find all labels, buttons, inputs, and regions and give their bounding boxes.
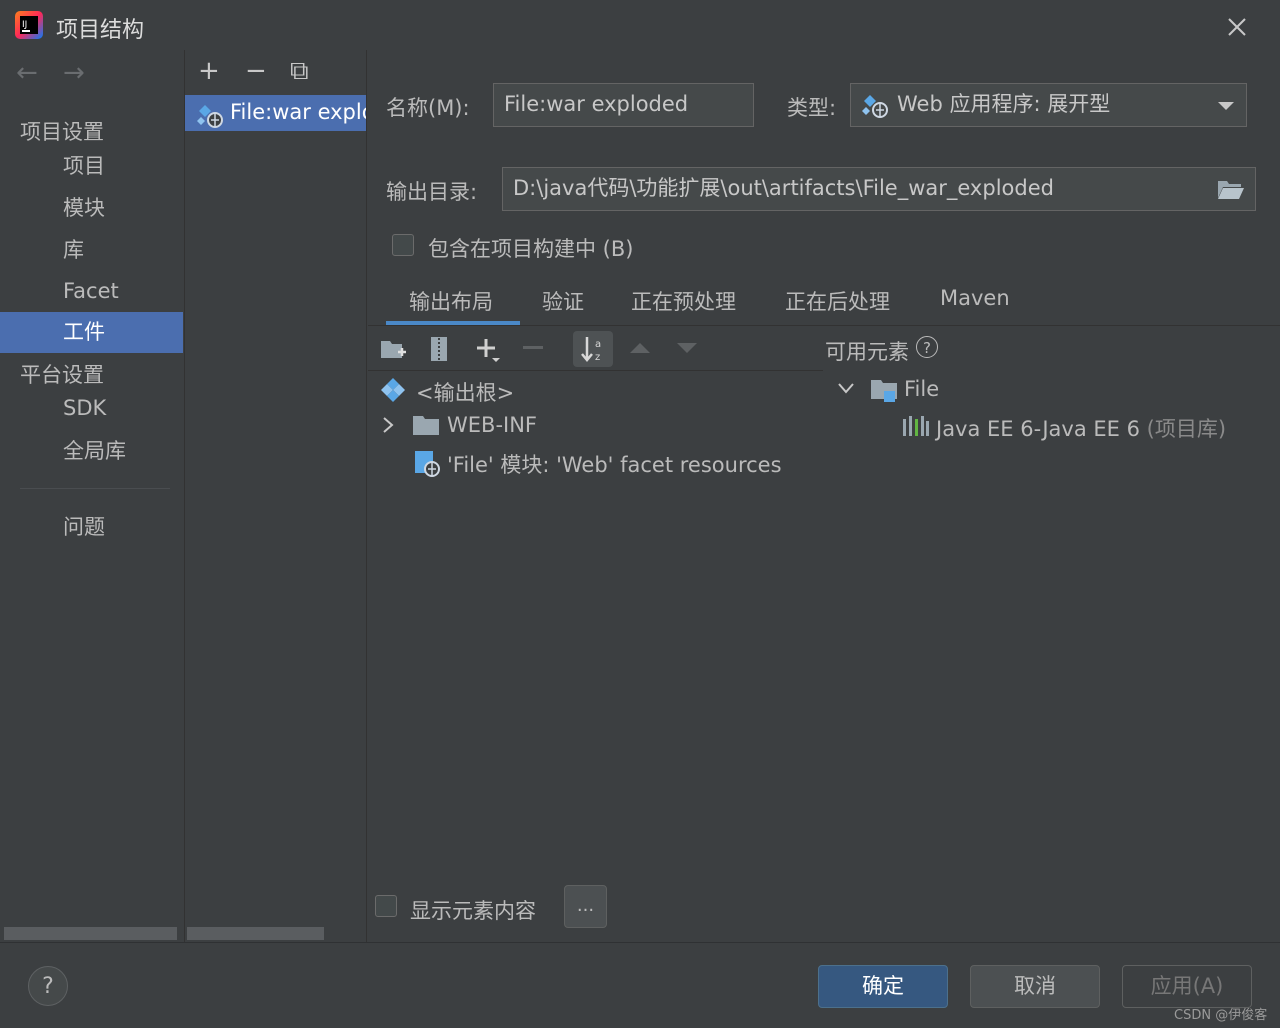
add-artifact-icon[interactable]: + <box>198 56 220 86</box>
platform-settings-header: 平台设置 <box>20 363 104 387</box>
forward-arrow-icon[interactable]: → <box>63 58 85 88</box>
window-title: 项目结构 <box>56 18 145 43</box>
sidebar-item-facets[interactable]: Facet <box>0 271 183 312</box>
svg-text:IJ: IJ <box>22 20 27 30</box>
show-content-label: 显示元素内容 <box>410 899 536 923</box>
available-file-node[interactable]: File <box>904 377 939 401</box>
include-in-build-checkbox[interactable] <box>392 234 414 256</box>
artifact-name: File:war exploded <box>230 100 366 124</box>
sidebar-item-artifacts[interactable]: 工件 <box>0 312 183 353</box>
tab-validation[interactable]: 验证 <box>542 286 584 316</box>
library-scope: (项目库) <box>1146 417 1227 441</box>
chevron-down-icon[interactable] <box>837 382 855 394</box>
output-dir-label: 输出目录: <box>386 180 478 204</box>
folder-open-icon[interactable] <box>1217 178 1245 200</box>
move-up-icon[interactable] <box>629 342 651 354</box>
sort-elements-button[interactable]: a z <box>573 331 613 367</box>
svg-text:a: a <box>595 339 601 350</box>
artifact-list-item[interactable]: File:war exploded <box>185 95 366 131</box>
tab-post-processing[interactable]: 正在后处理 <box>785 286 890 316</box>
facet-resources-node[interactable]: 'File' 模块: 'Web' facet resources <box>447 449 782 479</box>
show-content-options-button[interactable]: ... <box>564 885 607 928</box>
sidebar-item-modules[interactable]: 模块 <box>0 188 183 229</box>
help-button[interactable]: ? <box>28 966 68 1006</box>
cancel-button[interactable]: 取消 <box>970 965 1100 1008</box>
apply-button[interactable]: 应用(A) <box>1122 965 1252 1008</box>
output-root-icon <box>381 378 405 402</box>
bottom-bar-separator <box>0 942 1280 943</box>
back-arrow-icon[interactable]: ← <box>16 58 38 88</box>
library-name: Java EE 6-Java EE 6 <box>936 417 1140 441</box>
watermark: CSDN @伊俊客 <box>1174 1008 1268 1023</box>
remove-artifact-icon[interactable]: − <box>245 56 267 86</box>
include-in-build-label: 包含在项目构建中 (B) <box>428 237 634 261</box>
web-artifact-icon <box>862 95 888 118</box>
library-node[interactable]: Java EE 6-Java EE 6 (项目库) <box>936 413 1226 443</box>
show-content-checkbox[interactable] <box>375 895 397 917</box>
intellij-logo-icon: IJ <box>15 11 43 39</box>
sidebar-item-sdk[interactable]: SDK <box>0 388 183 429</box>
artifact-list-scrollbar[interactable] <box>187 927 324 940</box>
name-input[interactable]: File:war exploded <box>493 83 754 127</box>
title-bar <box>0 0 1280 50</box>
chevron-right-icon[interactable] <box>382 416 394 434</box>
help-icon[interactable]: ? <box>916 336 938 358</box>
add-copy-icon[interactable] <box>474 336 504 364</box>
output-root-node[interactable]: <输出根> <box>416 377 514 407</box>
sidebar-divider <box>20 488 170 489</box>
type-value: Web 应用程序: 展开型 <box>897 92 1111 116</box>
project-settings-header: 项目设置 <box>20 120 104 144</box>
sidebar-item-problems[interactable]: 问题 <box>0 507 183 548</box>
available-elements-header: 可用元素 <box>825 340 909 364</box>
tab-maven[interactable]: Maven <box>940 286 1010 310</box>
web-inf-node[interactable]: WEB-INF <box>447 413 537 437</box>
type-dropdown[interactable]: Web 应用程序: 展开型 <box>850 83 1247 127</box>
tab-output-layout[interactable]: 输出布局 <box>409 286 493 316</box>
close-icon[interactable] <box>1222 12 1252 42</box>
remove-icon[interactable] <box>523 346 543 350</box>
sidebar-item-project[interactable]: 项目 <box>0 146 183 187</box>
svg-text:z: z <box>595 352 600 363</box>
name-label: 名称(M): <box>386 96 470 120</box>
folder-icon <box>413 416 439 435</box>
sidebar-scrollbar[interactable] <box>4 927 177 940</box>
sort-alphabetically-icon: a z <box>581 337 601 363</box>
chevron-down-icon[interactable] <box>1217 100 1235 112</box>
copy-artifact-icon[interactable]: ⧉ <box>290 56 309 87</box>
module-folder-icon <box>871 380 897 402</box>
web-facet-resource-icon <box>415 451 440 477</box>
tabs-separator <box>368 325 1280 326</box>
create-directory-icon[interactable] <box>380 338 408 362</box>
ok-button[interactable]: 确定 <box>818 965 948 1008</box>
tab-pre-processing[interactable]: 正在预处理 <box>631 286 736 316</box>
artifact-list-panel <box>184 50 367 942</box>
move-down-icon[interactable] <box>676 342 698 354</box>
web-artifact-icon <box>197 105 223 128</box>
sidebar-item-global-libraries[interactable]: 全局库 <box>0 431 183 472</box>
output-dir-input[interactable]: D:\java代码\功能扩展\out\artifacts\File_war_ex… <box>502 167 1256 211</box>
create-archive-icon[interactable] <box>428 336 450 362</box>
layout-toolbar-separator <box>368 370 823 371</box>
library-icon <box>903 416 929 436</box>
sidebar-item-libraries[interactable]: 库 <box>0 230 183 271</box>
type-label: 类型: <box>787 96 837 120</box>
